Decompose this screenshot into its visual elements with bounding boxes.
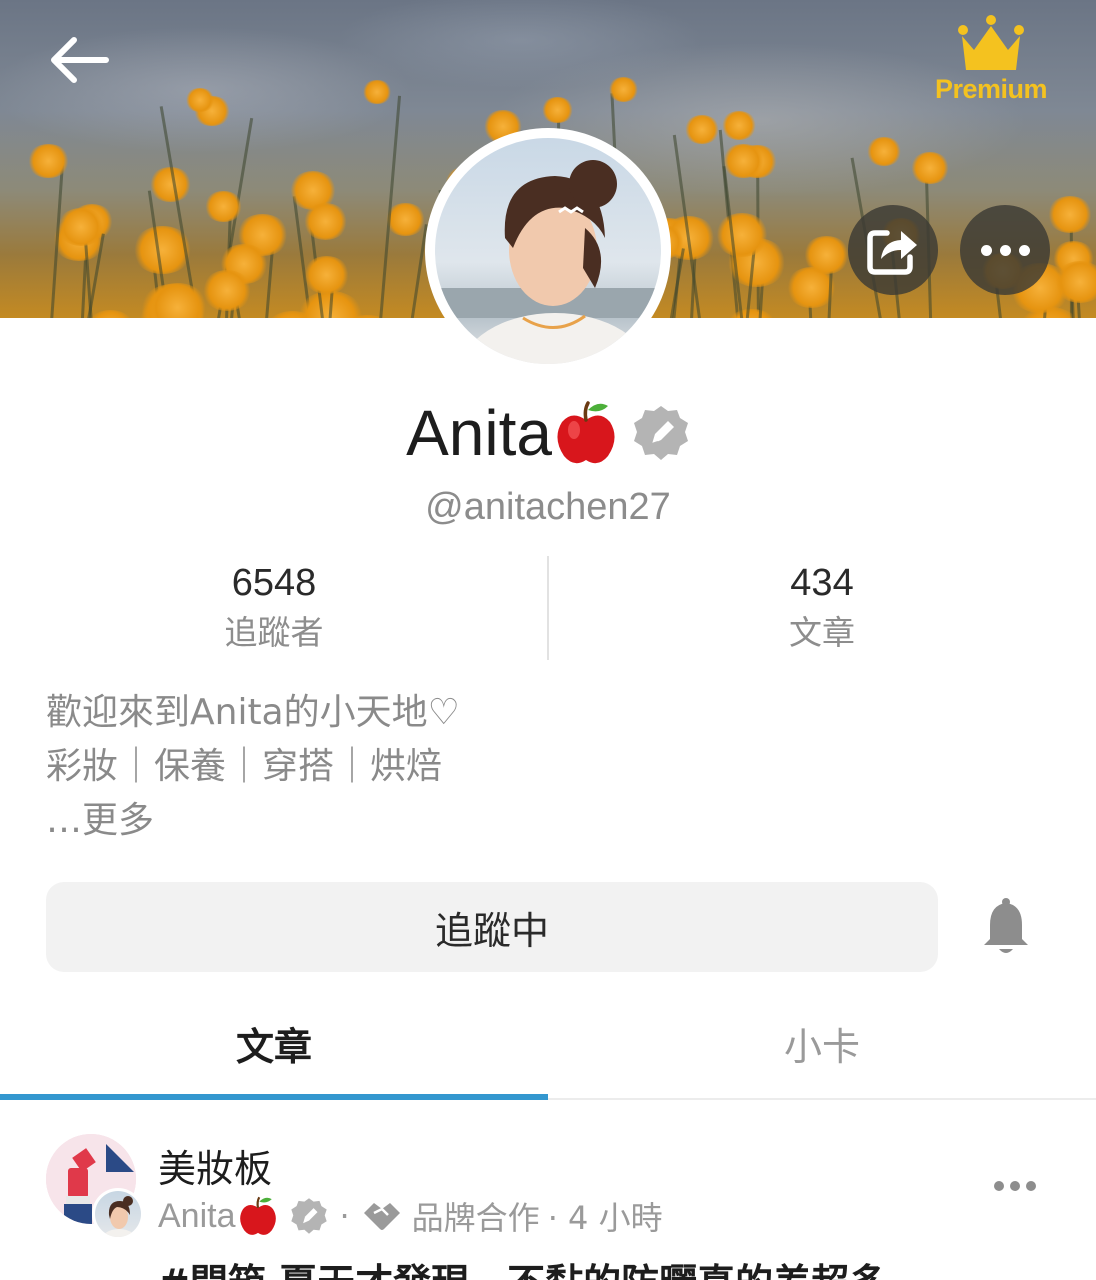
flower xyxy=(302,256,351,294)
bell-icon xyxy=(984,898,1028,953)
flower xyxy=(204,190,244,222)
flower xyxy=(1053,260,1096,303)
flower xyxy=(683,115,720,145)
handshake-icon xyxy=(363,1203,400,1230)
followers-stat[interactable]: 6548 追蹤者 xyxy=(0,556,548,660)
flower xyxy=(302,203,348,240)
flower xyxy=(607,77,639,103)
flower xyxy=(385,202,427,236)
display-name: Anita xyxy=(406,397,552,469)
flower xyxy=(720,110,757,140)
back-button[interactable] xyxy=(44,30,116,90)
profile-tabs: 文章 小卡 xyxy=(0,1000,1096,1100)
premium-badge[interactable]: Premium xyxy=(926,14,1056,105)
profile-bio: 歡迎來到Anita的小天地♡ 彩妝｜保養｜穿搭｜烘焙 …更多 xyxy=(46,686,1046,848)
arrow-left-icon xyxy=(51,37,109,83)
post-time: · 4 小時 xyxy=(547,1199,663,1237)
post-title[interactable]: #開箱 夏天才發現，不黏的防曬真的差超多 xyxy=(158,1260,887,1280)
flower xyxy=(56,207,106,247)
following-button[interactable]: 追蹤中 xyxy=(46,882,938,972)
premium-label: Premium xyxy=(934,74,1048,104)
apple-emoji xyxy=(557,401,615,464)
bio-line-1: 歡迎來到Anita的小天地♡ xyxy=(46,692,460,733)
bio-line-2: 彩妝｜保養｜穿搭｜烘焙 xyxy=(46,746,443,787)
avatar-illustration xyxy=(435,160,661,364)
post-meta: Anita · 品牌合作 · 4 小時 xyxy=(158,1192,663,1240)
flower xyxy=(866,137,903,166)
brand-partner-label: 品牌合作 xyxy=(411,1199,540,1237)
share-button[interactable] xyxy=(848,205,938,295)
share-icon xyxy=(867,230,917,275)
author-avatar xyxy=(92,1188,144,1240)
notification-button[interactable] xyxy=(976,892,1036,962)
writer-badge-icon xyxy=(633,406,688,460)
flower xyxy=(184,87,216,112)
followers-label: 追蹤者 xyxy=(224,613,324,652)
profile-avatar[interactable] xyxy=(425,128,671,374)
post-more-button[interactable] xyxy=(994,1174,1044,1198)
posts-stat[interactable]: 434 文章 xyxy=(548,556,1096,660)
tab-cards[interactable]: 小卡 xyxy=(548,1000,1096,1098)
writer-badge-icon xyxy=(290,1198,327,1234)
flower xyxy=(802,236,850,275)
username: @anitachen27 xyxy=(425,486,671,528)
bio-more-link[interactable]: …更多 xyxy=(46,794,1046,848)
flower xyxy=(201,270,253,312)
more-horizontal-icon xyxy=(980,244,1030,256)
flower xyxy=(722,143,765,178)
meta-separator: · xyxy=(339,1197,350,1235)
flower xyxy=(714,213,770,257)
more-button[interactable] xyxy=(960,205,1050,295)
stats-divider xyxy=(547,556,549,660)
apple-emoji xyxy=(239,1196,276,1235)
post-author[interactable]: Anita xyxy=(158,1197,236,1236)
posts-count: 434 xyxy=(790,562,854,604)
profile-stats: 6548 追蹤者 434 文章 xyxy=(0,556,1096,660)
crown-icon xyxy=(958,15,1024,70)
followers-count: 6548 xyxy=(231,562,317,604)
avatar-photo xyxy=(435,138,661,364)
board-name[interactable]: 美妝板 xyxy=(158,1138,272,1193)
profile-name-row: Anita xyxy=(0,396,1096,476)
post-item[interactable]: 美妝板 Anita · 品牌合作 · 4 小時 #開箱 夏天才發現，不黏的防曬真… xyxy=(0,1100,1096,1280)
flower xyxy=(909,152,950,185)
tab-posts[interactable]: 文章 xyxy=(0,1000,548,1098)
flower xyxy=(362,80,392,104)
posts-label: 文章 xyxy=(789,613,855,652)
